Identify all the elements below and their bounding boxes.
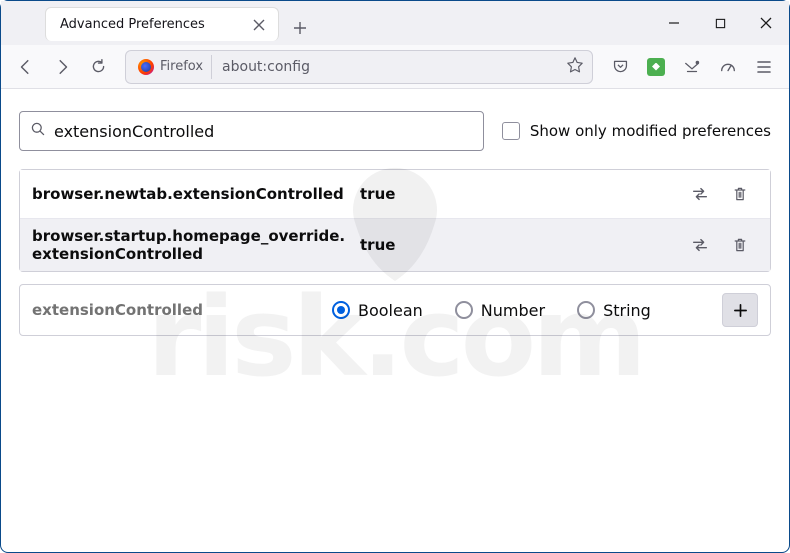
window-controls [651,1,789,45]
search-icon [30,121,46,141]
extension-icon[interactable] [639,51,673,83]
radio-label: String [603,301,651,320]
radio-label: Boolean [358,301,423,320]
search-box[interactable] [19,111,484,151]
toggle-button[interactable] [682,178,718,210]
inbox-icon[interactable] [675,51,709,83]
reload-button[interactable] [81,51,115,83]
show-modified-label: Show only modified preferences [530,122,771,140]
minimize-button[interactable] [651,1,697,45]
pref-value: true [360,236,678,254]
search-input[interactable] [54,122,473,141]
url-bar[interactable]: Firefox about:config [125,50,593,84]
checkbox-icon[interactable] [502,122,520,140]
pref-row[interactable]: browser.startup.homepage_override.extens… [20,218,770,271]
radio-number[interactable]: Number [455,301,545,320]
add-pref-button[interactable] [722,293,758,327]
dashboard-icon[interactable] [711,51,745,83]
radio-icon [455,301,473,319]
pref-name: browser.startup.homepage_override.extens… [32,227,360,263]
toggle-button[interactable] [682,229,718,261]
tab-title: Advanced Preferences [60,17,250,32]
url-text: about:config [222,59,560,75]
pref-row[interactable]: browser.newtab.extensionControlled true [20,170,770,218]
search-row: Show only modified preferences [19,111,771,151]
pref-value: true [360,185,678,203]
new-tab-button[interactable] [285,11,315,45]
delete-button[interactable] [722,178,758,210]
nav-toolbar: Firefox about:config [1,45,789,89]
radio-label: Number [481,301,545,320]
forward-button[interactable] [45,51,79,83]
radio-boolean[interactable]: Boolean [332,301,423,320]
bookmark-star-icon[interactable] [566,56,584,78]
maximize-button[interactable] [697,1,743,45]
firefox-logo-icon [138,59,154,75]
delete-button[interactable] [722,229,758,261]
close-tab-icon[interactable] [250,16,268,34]
pref-name: browser.newtab.extensionControlled [32,185,360,203]
back-button[interactable] [9,51,43,83]
create-pref-name: extensionControlled [32,301,332,319]
prefs-table: browser.newtab.extensionControlled true … [19,169,771,272]
close-window-button[interactable] [743,1,789,45]
radio-icon [332,301,350,319]
identity-box[interactable]: Firefox [134,55,212,79]
about-config-content: Show only modified preferences browser.n… [1,89,789,358]
title-bar: Advanced Preferences [1,1,789,45]
create-pref-row: extensionControlled Boolean Number Strin… [19,284,771,336]
identity-label: Firefox [160,59,203,74]
radio-icon [577,301,595,319]
show-modified-only[interactable]: Show only modified preferences [502,122,771,140]
browser-tab[interactable]: Advanced Preferences [45,7,279,41]
menu-button[interactable] [747,51,781,83]
pocket-icon[interactable] [603,51,637,83]
type-radio-group: Boolean Number String [332,301,722,320]
radio-string[interactable]: String [577,301,651,320]
